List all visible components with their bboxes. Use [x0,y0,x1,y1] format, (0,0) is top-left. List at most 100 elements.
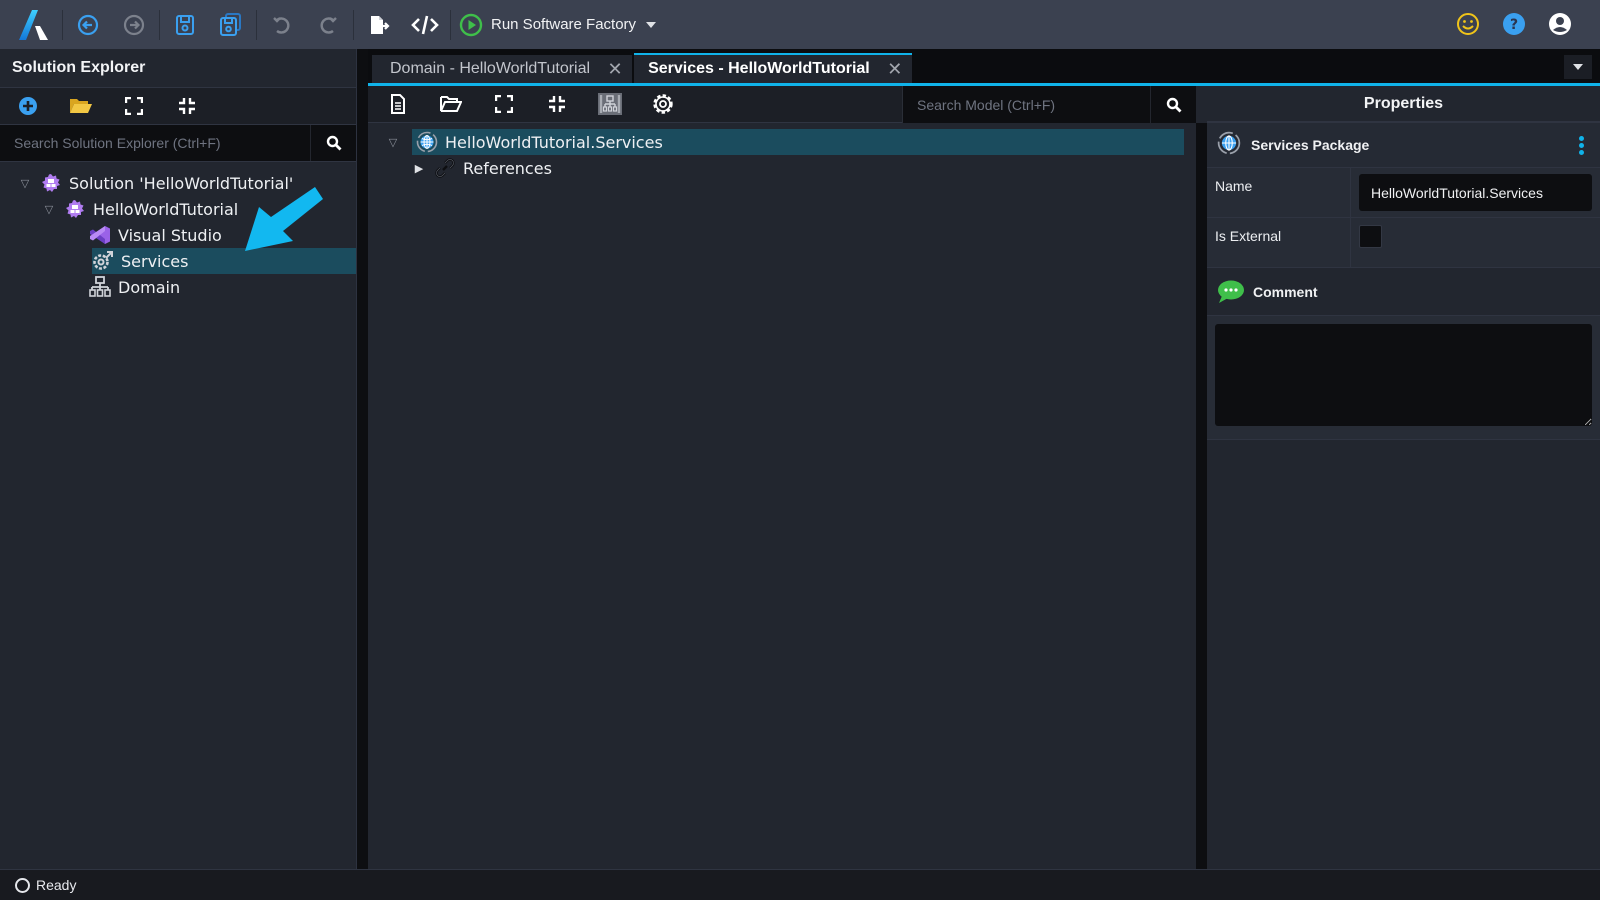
settings-button[interactable] [649,91,677,117]
new-file-button[interactable] [384,91,412,117]
open-folder-icon [70,99,92,113]
status-indicator-icon [15,877,30,893]
services-package-icon [416,131,438,153]
tab-overflow-button[interactable] [1564,55,1592,79]
undo-button[interactable] [264,7,300,43]
new-file-icon [391,94,405,114]
settings-icon [653,94,673,114]
services-icon [92,250,114,272]
tree-item-services-package[interactable]: ▽ HelloWorldTutorial.Services [368,129,1196,155]
tab-domain[interactable]: Domain - HelloWorldTutorial ✕ [372,55,633,83]
close-icon[interactable]: ✕ [886,59,904,79]
comment-title: Comment [1253,283,1318,300]
open-folder-icon [440,96,462,112]
services-package-icon [1217,131,1241,160]
tree-item-label: Solution 'HelloWorldTutorial' [69,173,294,193]
tree-item-selected-highlight[interactable]: HelloWorldTutorial.Services [412,129,1184,155]
model-search-input[interactable] [903,86,1150,123]
add-icon [19,97,37,115]
model-search-bar [902,86,1196,123]
save-button[interactable] [167,7,203,43]
tree-item-application[interactable]: ▽ HelloWorldTutorial [0,196,356,222]
more-options-icon[interactable] [1579,135,1584,155]
expand-all-button[interactable] [490,91,518,117]
code-icon [411,15,439,34]
tree-item-label: Domain [118,277,181,297]
is-external-checkbox[interactable] [1359,225,1382,248]
expand-toggle-icon[interactable]: ▽ [18,177,32,190]
expand-toggle-icon[interactable]: ▶ [412,162,426,175]
tree-item-label: HelloWorldTutorial.Services [445,132,663,152]
property-label: Is External [1207,218,1351,267]
help-icon: ? [1503,13,1525,35]
expand-all-icon [125,97,143,115]
add-button[interactable] [14,94,42,118]
comment-section-header: Comment [1207,268,1600,316]
tab-label: Domain - HelloWorldTutorial [390,60,591,77]
search-icon [1166,97,1181,112]
file-export-icon [371,15,390,34]
toolbar-divider [353,9,354,40]
properties-section-title: Services Package [1251,137,1370,153]
link-icon [434,157,456,179]
domain-icon [89,276,111,298]
visual-studio-icon [89,224,111,246]
solution-explorer-panel: Solution Explorer ▽ Solution 'HelloWorld… [0,49,357,869]
comment-textarea[interactable] [1215,324,1592,426]
property-label: Name [1207,168,1351,217]
close-icon[interactable]: ✕ [606,59,624,79]
properties-splitter[interactable] [1196,123,1207,869]
property-row-name: Name [1207,168,1600,218]
comment-icon [1218,280,1244,303]
tree-item-label: Visual Studio [118,225,222,245]
run-software-factory-button[interactable]: Run Software Factory [453,7,662,43]
collapse-all-button[interactable] [543,91,571,117]
tree-item-visual-studio[interactable]: Visual Studio [0,222,356,248]
tree-item-services[interactable]: Services [92,248,356,274]
tree-item-references[interactable]: ▶ References [368,155,1196,181]
forward-button[interactable] [116,7,152,43]
back-button[interactable] [70,7,106,43]
help-button[interactable]: ? [1500,6,1528,42]
toolbar-divider [159,9,160,40]
open-folder-button[interactable] [67,94,95,118]
feedback-button[interactable] [1454,6,1482,42]
redo-button[interactable] [310,7,346,43]
chevron-down-icon [1573,64,1583,70]
status-bar: Ready [0,869,1600,900]
tree-item-label: HelloWorldTutorial [93,199,239,219]
undo-icon [273,16,290,34]
diagram-button[interactable] [596,91,624,117]
left-panel-splitter[interactable] [357,49,368,869]
name-field[interactable] [1359,174,1592,211]
collapse-all-button[interactable] [173,94,201,118]
tree-item-domain[interactable]: Domain [0,274,356,300]
save-all-button[interactable] [213,7,249,43]
tab-services[interactable]: Services - HelloWorldTutorial ✕ [634,53,912,83]
properties-section-header: Services Package [1207,123,1600,168]
expand-toggle-icon[interactable]: ▽ [386,136,400,149]
chevron-down-icon[interactable] [646,21,657,28]
play-circle-icon [459,13,483,36]
save-icon [176,14,194,35]
svg-text:?: ? [1510,17,1518,33]
tree-item-solution[interactable]: ▽ Solution 'HelloWorldTutorial' [0,170,356,196]
app-logo-icon [14,5,54,45]
export-button[interactable] [361,7,397,43]
code-button[interactable] [407,7,443,43]
properties-title: Properties [1207,86,1600,123]
account-button[interactable] [1546,6,1574,42]
solution-search-bar [0,125,356,162]
editor-tab-bar: Domain - HelloWorldTutorial ✕ Services -… [368,49,1600,86]
model-search-button[interactable] [1150,86,1196,123]
solution-icon [40,172,62,194]
save-all-icon [220,12,241,36]
expand-toggle-icon[interactable]: ▽ [42,203,56,216]
solution-search-button[interactable] [310,125,356,161]
search-icon [326,135,341,151]
model-tree: ▽ HelloWorldTutorial.Services ▶ Referenc… [368,123,1196,869]
expand-all-button[interactable] [120,94,148,118]
open-folder-button[interactable] [437,91,465,117]
solution-search-input[interactable] [0,125,310,161]
smiley-icon [1457,13,1479,35]
